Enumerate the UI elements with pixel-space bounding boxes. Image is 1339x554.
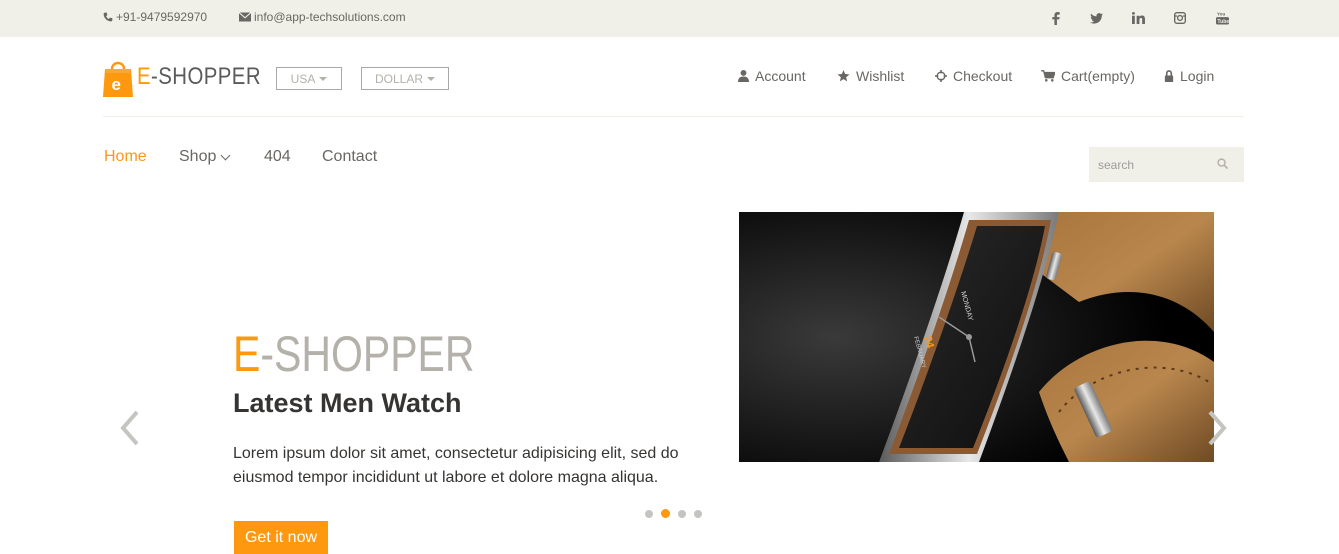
cart-label: Cart(empty) (1061, 68, 1135, 84)
logo-text-rest: -SHOPPER (151, 63, 261, 90)
slider-dot-2[interactable] (661, 509, 670, 518)
slide-product-image: MONDAY 24 FEBRUARY (739, 212, 1214, 462)
login-link[interactable]: Login (1164, 67, 1214, 85)
phone-number: +91-9479592970 (116, 10, 208, 24)
top-bar: +91-9479592970 info@app-techsolutions.co… (0, 0, 1339, 37)
nav-shop[interactable]: Shop (179, 148, 231, 166)
account-label: Account (755, 68, 806, 84)
cart-link[interactable]: Cart(empty) (1041, 67, 1135, 85)
country-label: USA (290, 71, 316, 86)
twitter-icon[interactable] (1088, 10, 1104, 26)
slider-indicators (645, 509, 702, 518)
phone-icon (103, 12, 113, 22)
account-link[interactable]: Account (738, 67, 806, 85)
chevron-right-icon (1205, 410, 1229, 446)
nav-home[interactable]: Home (104, 148, 147, 166)
caret-down-icon (427, 76, 436, 81)
facebook-icon[interactable] (1048, 10, 1064, 26)
lock-icon (1164, 70, 1174, 82)
slider-prev-arrow[interactable] (118, 410, 142, 446)
search-input[interactable] (1098, 157, 1208, 172)
slider-dot-1[interactable] (645, 509, 653, 518)
crosshairs-icon (935, 70, 947, 82)
login-label: Login (1180, 68, 1215, 84)
currency-label: DOLLAR (374, 71, 424, 86)
slider-dot-4[interactable] (694, 509, 702, 518)
user-icon (738, 70, 749, 82)
logo-text-highlight: E (137, 63, 152, 90)
wishlist-label: Wishlist (856, 68, 905, 84)
nav-contact[interactable]: Contact (322, 148, 377, 166)
linkedin-icon[interactable] (1130, 10, 1146, 26)
chevron-down-icon (220, 150, 231, 160)
checkout-label: Checkout (953, 68, 1013, 84)
chevron-left-icon (118, 410, 142, 446)
search-icon[interactable] (1217, 156, 1229, 174)
svg-text:You: You (1216, 12, 1225, 17)
phone-contact[interactable]: +91-9479592970 (103, 10, 207, 24)
smartwatch-image: MONDAY 24 FEBRUARY (739, 212, 1214, 462)
nav-shop-label: Shop (179, 148, 217, 165)
star-icon (837, 70, 850, 82)
currency-dropdown[interactable]: DOLLAR (361, 67, 449, 90)
site-logo[interactable]: e E-SHOPPER (103, 57, 283, 97)
shopping-bag-logo-icon: e (103, 57, 133, 97)
get-it-now-button[interactable]: Get it now (234, 521, 328, 554)
email-address: info@app-techsolutions.com (254, 10, 406, 24)
nav-404[interactable]: 404 (264, 148, 291, 166)
header-divider (103, 116, 1244, 117)
shopping-cart-icon (1041, 70, 1055, 82)
slider-dot-3[interactable] (678, 509, 686, 518)
svg-text:e: e (112, 75, 121, 94)
wishlist-link[interactable]: Wishlist (837, 67, 904, 85)
slide-brand: E-SHOPPER (233, 326, 475, 382)
svg-text:Tube: Tube (1217, 19, 1229, 25)
instagram-icon[interactable] (1172, 10, 1188, 26)
youtube-icon[interactable]: You Tube (1214, 10, 1230, 26)
logo-text: E-SHOPPER (137, 63, 261, 91)
email-contact[interactable]: info@app-techsolutions.com (239, 10, 406, 24)
search-box (1089, 147, 1244, 182)
slide-title: Latest Men Watch (233, 388, 462, 418)
envelope-icon (239, 12, 251, 22)
slide-brand-highlight: E (233, 326, 261, 382)
country-dropdown[interactable]: USA (276, 67, 342, 90)
slide-brand-rest: -SHOPPER (260, 326, 475, 382)
checkout-link[interactable]: Checkout (935, 67, 1012, 85)
caret-down-icon (319, 76, 328, 81)
slider-next-arrow[interactable] (1205, 410, 1229, 446)
slide-description: Lorem ipsum dolor sit amet, consectetur … (233, 445, 679, 486)
